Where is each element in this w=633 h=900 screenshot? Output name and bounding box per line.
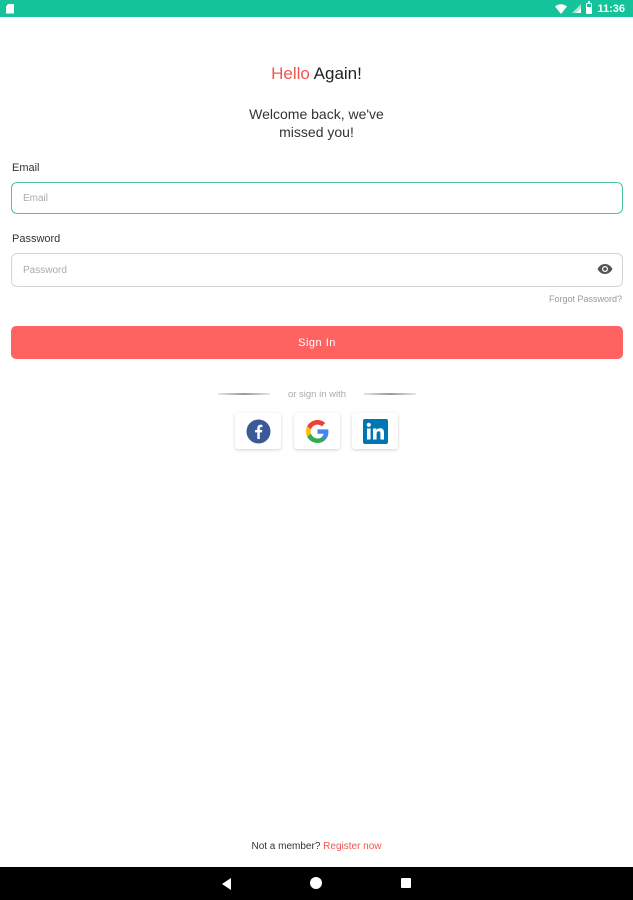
status-right: 11:36 bbox=[555, 1, 625, 15]
page-title: Hello Again! bbox=[0, 64, 633, 84]
register-link[interactable]: Register now bbox=[323, 841, 381, 852]
register-prompt-text: Not a member? bbox=[251, 841, 324, 852]
sign-in-button[interactable]: Sign In bbox=[11, 326, 623, 359]
password-field[interactable] bbox=[23, 264, 622, 276]
password-label: Password bbox=[12, 233, 61, 245]
facebook-icon bbox=[246, 419, 270, 443]
wifi-icon bbox=[555, 3, 568, 14]
forgot-password-link[interactable]: Forgot Password? bbox=[549, 294, 622, 304]
social-divider: or sign in with bbox=[218, 388, 416, 400]
register-prompt: Not a member? Register now bbox=[0, 841, 633, 852]
back-icon[interactable] bbox=[222, 878, 231, 890]
subtitle-line-1: Welcome back, we've bbox=[249, 106, 384, 122]
title-accent: Hello bbox=[271, 64, 310, 83]
divider-text: or sign in with bbox=[287, 388, 347, 400]
status-clock: 11:36 bbox=[597, 2, 625, 15]
subtitle-line-2: missed you! bbox=[279, 124, 354, 140]
facebook-sign-in-button[interactable] bbox=[235, 413, 281, 449]
status-bar: 11:36 bbox=[0, 0, 633, 17]
email-field-container bbox=[11, 182, 623, 214]
google-icon bbox=[305, 419, 328, 443]
cellular-signal-icon bbox=[572, 4, 582, 13]
home-icon[interactable] bbox=[310, 877, 322, 889]
linkedin-sign-in-button[interactable] bbox=[352, 413, 398, 449]
email-label: Email bbox=[12, 162, 40, 174]
sd-card-icon bbox=[6, 3, 14, 14]
status-left bbox=[6, 3, 14, 14]
divider-line-right bbox=[364, 393, 416, 395]
google-sign-in-button[interactable] bbox=[294, 413, 340, 449]
page-subtitle: Welcome back, we've missed you! bbox=[0, 105, 633, 141]
divider-line-left bbox=[218, 393, 270, 395]
password-field-container bbox=[11, 253, 623, 287]
title-rest: Again! bbox=[309, 64, 362, 83]
linkedin-icon bbox=[362, 418, 388, 444]
email-field[interactable] bbox=[23, 192, 622, 204]
eye-icon[interactable] bbox=[597, 262, 613, 276]
battery-icon bbox=[586, 1, 593, 14]
navigation-bar bbox=[0, 867, 633, 900]
recents-icon[interactable] bbox=[401, 878, 411, 888]
